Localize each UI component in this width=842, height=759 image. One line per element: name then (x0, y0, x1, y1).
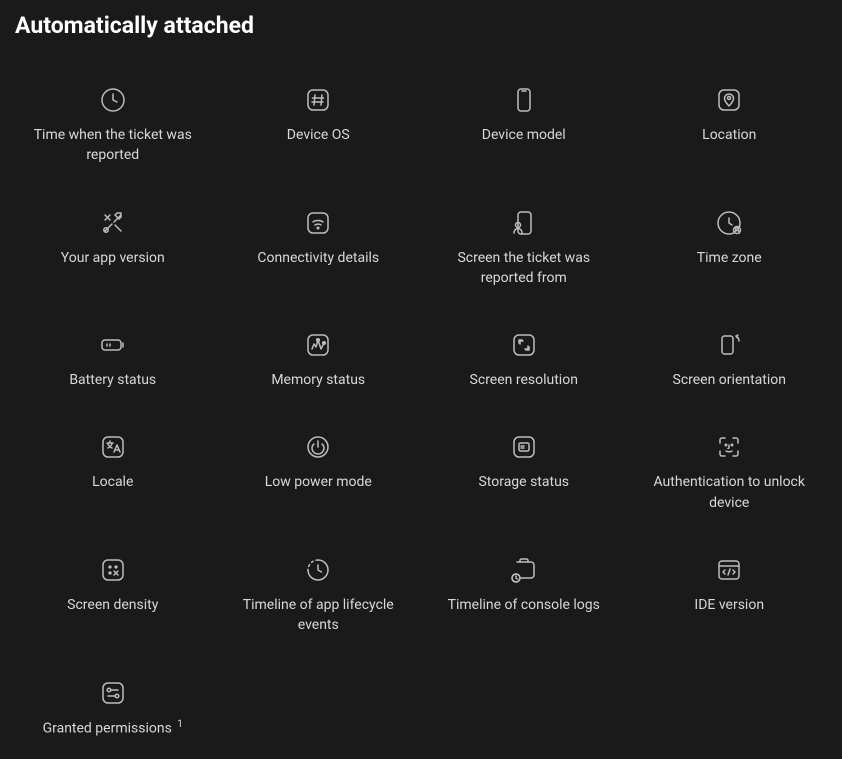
attachment-grid: Time when the ticket was reported Device … (15, 87, 827, 739)
attachment-label: Time when the ticket was reported (28, 125, 198, 166)
attachment-item: Low power mode (221, 434, 417, 513)
wifi-icon (305, 210, 331, 236)
attachment-item: Screen resolution (426, 332, 622, 390)
screen-user-icon (511, 210, 537, 236)
expand-icon (511, 332, 537, 358)
attachment-label: Storage status (478, 472, 569, 492)
page-title: Automatically attached (15, 12, 827, 39)
location-pin-icon (716, 87, 742, 113)
attachment-item: Locale (15, 434, 211, 513)
footnote-marker: 1 (177, 719, 183, 730)
attachment-label: Authentication to unlock device (644, 472, 814, 513)
attachment-item: IDE version (632, 557, 828, 636)
timeline-icon (305, 557, 331, 583)
attachment-label: Location (702, 125, 756, 145)
attachment-label: Connectivity details (257, 248, 379, 268)
translate-icon (100, 434, 126, 460)
console-log-icon (511, 557, 537, 583)
attachment-item: Authentication to unlock device (632, 434, 828, 513)
attachment-item: Battery status (15, 332, 211, 390)
attachment-label: Battery status (69, 370, 156, 390)
attachment-label: IDE version (694, 595, 764, 615)
permissions-icon (100, 680, 126, 706)
attachment-item: Location (632, 87, 828, 166)
attachment-label: Device OS (287, 125, 350, 145)
attachment-label: Screen orientation (673, 370, 787, 390)
attachment-label: Memory status (271, 370, 365, 390)
attachment-label: Granted permissions 1 (43, 718, 183, 739)
attachment-label: Low power mode (265, 472, 372, 492)
tools-icon (100, 210, 126, 236)
density-icon (100, 557, 126, 583)
clock-icon (100, 87, 126, 113)
attachment-item: Time when the ticket was reported (15, 87, 211, 166)
attachment-item: Screen density (15, 557, 211, 636)
attachment-item: Device OS (221, 87, 417, 166)
attachment-item: Device model (426, 87, 622, 166)
attachment-label: Screen resolution (470, 370, 578, 390)
attachment-item: Storage status (426, 434, 622, 513)
attachment-item: Timeline of console logs (426, 557, 622, 636)
attachment-label: Timeline of app lifecycle events (233, 595, 403, 636)
attachment-item: Your app version (15, 210, 211, 289)
attachment-item: Screen the ticket was reported from (426, 210, 622, 289)
attachment-label: Your app version (61, 248, 165, 268)
attachment-label: Device model (482, 125, 566, 145)
timezone-icon (716, 210, 742, 236)
attachment-item: Granted permissions 1 (15, 680, 211, 739)
memory-icon (305, 332, 331, 358)
face-id-icon (716, 434, 742, 460)
attachment-label: Timeline of console logs (448, 595, 600, 615)
attachment-label: Time zone (697, 248, 762, 268)
storage-icon (511, 434, 537, 460)
battery-icon (100, 332, 126, 358)
phone-icon (511, 87, 537, 113)
attachment-label: Screen density (67, 595, 158, 615)
attachment-label: Screen the ticket was reported from (439, 248, 609, 289)
rotate-icon (716, 332, 742, 358)
attachment-item: Time zone (632, 210, 828, 289)
attachment-label: Locale (92, 472, 133, 492)
ide-icon (716, 557, 742, 583)
attachment-item: Screen orientation (632, 332, 828, 390)
attachment-item: Timeline of app lifecycle events (221, 557, 417, 636)
power-icon (305, 434, 331, 460)
attachment-item: Memory status (221, 332, 417, 390)
attachment-item: Connectivity details (221, 210, 417, 289)
hash-icon (305, 87, 331, 113)
